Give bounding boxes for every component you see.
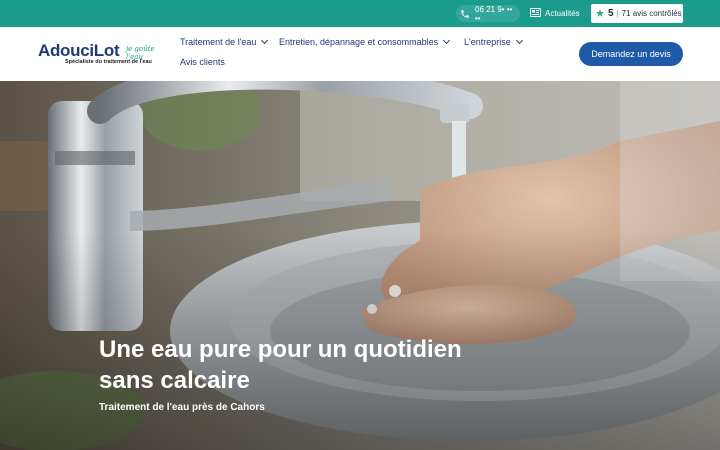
nav-item-label: L'entreprise [464, 37, 511, 47]
nav-item-avis[interactable]: Avis clients [180, 57, 225, 67]
hero-banner: Une eau pure pour un quotidien sans calc… [0, 81, 720, 450]
reviews-separator: | [616, 9, 619, 18]
site-header: AdouciLot je goûte l'eau Spécialiste du … [0, 27, 720, 81]
nav-item-label: Avis clients [180, 57, 225, 67]
chevron-down-icon [515, 36, 523, 45]
hero-subtitle: Traitement de l'eau près de Cahors [99, 402, 265, 413]
hero-title-line2: sans calcaire [99, 367, 250, 394]
nav-item-entreprise[interactable]: L'entreprise [464, 36, 523, 47]
news-link[interactable]: Actualités [530, 5, 580, 22]
reviews-score: 5 [608, 8, 614, 19]
nav-item-entretien[interactable]: Entretien, dépannage et consommables [279, 36, 451, 47]
top-bar: 06 21 9• •• •• Actualités 5 | 71 avis co… [0, 0, 720, 27]
newspaper-icon [530, 8, 541, 19]
reviews-badge[interactable]: 5 | 71 avis contrôlés [591, 4, 683, 23]
reviews-logo-icon [595, 8, 605, 20]
phone-link[interactable]: 06 21 9• •• •• [456, 4, 520, 23]
nav-item-label: Entretien, dépannage et consommables [279, 37, 439, 47]
reviews-count: 71 avis contrôlés [621, 9, 682, 18]
site-logo[interactable]: AdouciLot je goûte l'eau Spécialiste du … [38, 41, 168, 71]
chevron-down-icon [443, 36, 451, 45]
quote-request-button[interactable]: Demandez un devis [579, 42, 683, 66]
nav-item-label: Traitement de l'eau [180, 37, 257, 47]
phone-number: 06 21 9• •• •• [475, 4, 513, 23]
hero-title-line1: Une eau pure pour un quotidien [99, 336, 462, 363]
logo-wordmark: AdouciLot [38, 41, 120, 60]
logo-tagline: Spécialiste du traitement de l'eau [65, 59, 152, 65]
news-label: Actualités [545, 9, 580, 18]
chevron-down-icon [261, 36, 269, 45]
phone-icon [460, 9, 470, 19]
nav-item-traitement[interactable]: Traitement de l'eau [180, 36, 269, 47]
hero-title: Une eau pure pour un quotidien sans calc… [99, 334, 539, 396]
